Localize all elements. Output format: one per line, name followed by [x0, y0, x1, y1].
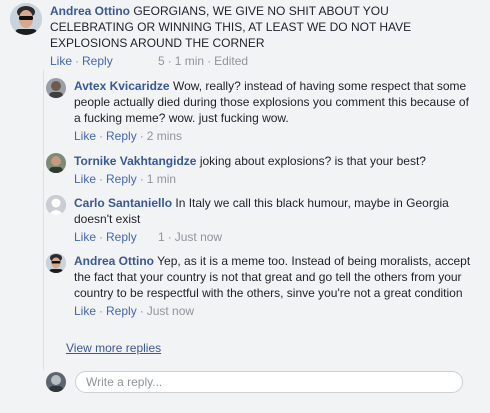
reply-actions: Like · Reply 1 · Just now	[74, 230, 223, 244]
thread-line	[43, 70, 44, 370]
reply-item: Andrea Ottino Yep, as it is a meme too. …	[46, 253, 480, 319]
reply-item: Avtex Kvicaridze Wow, really? instead of…	[46, 78, 480, 144]
avatar[interactable]	[10, 3, 42, 35]
reply-actions: Like · Reply · 2 mins	[74, 129, 183, 143]
reply-link[interactable]: Reply	[106, 129, 137, 143]
reply-author[interactable]: Carlo Santaniello	[74, 196, 172, 210]
avatar	[46, 372, 66, 392]
reply-actions: Like · Reply · Just now	[74, 304, 195, 318]
reply-item: Carlo Santaniello In Italy we call this …	[46, 195, 480, 245]
reply-text: joking about explosions? is that your be…	[199, 154, 426, 168]
reply-author[interactable]: Andrea Ottino	[74, 254, 154, 268]
like-link[interactable]: Like	[74, 172, 96, 186]
reply-link[interactable]: Reply	[82, 54, 113, 68]
timestamp[interactable]: 2 mins	[147, 129, 182, 143]
timestamp[interactable]: 1 min	[175, 54, 204, 68]
avatar[interactable]	[46, 153, 66, 173]
edited-label[interactable]: Edited	[214, 54, 248, 68]
reply-link[interactable]: Reply	[106, 304, 137, 318]
reply-link[interactable]: Reply	[106, 172, 137, 186]
reply-author[interactable]: Tornike Vakhtangidze	[74, 154, 196, 168]
timestamp[interactable]: Just now	[147, 304, 194, 318]
avatar[interactable]	[46, 195, 66, 215]
comment-top: Andrea Ottino GEORGIANS, WE GIVE NO SHIT…	[10, 3, 480, 69]
reply-author[interactable]: Avtex Kvicaridze	[74, 79, 170, 93]
comment-actions: Like · Reply 5 · 1 min · Edited	[50, 54, 249, 68]
comment-author[interactable]: Andrea Ottino	[50, 4, 130, 18]
like-count[interactable]: 5	[158, 54, 165, 68]
view-more-replies-link[interactable]: View more replies	[66, 341, 161, 355]
avatar[interactable]	[46, 253, 66, 273]
reply-input[interactable]	[75, 371, 463, 393]
reply-link[interactable]: Reply	[106, 230, 137, 244]
timestamp[interactable]: 1 min	[147, 172, 176, 186]
like-link[interactable]: Like	[74, 230, 96, 244]
timestamp[interactable]: Just now	[175, 230, 222, 244]
avatar[interactable]	[46, 78, 66, 98]
like-link[interactable]: Like	[74, 129, 96, 143]
like-link[interactable]: Like	[74, 304, 96, 318]
reply-actions: Like · Reply · 1 min	[74, 172, 177, 186]
like-count[interactable]: 1	[158, 230, 165, 244]
like-link[interactable]: Like	[50, 54, 72, 68]
reply-item: Tornike Vakhtangidze joking about explos…	[46, 153, 480, 187]
